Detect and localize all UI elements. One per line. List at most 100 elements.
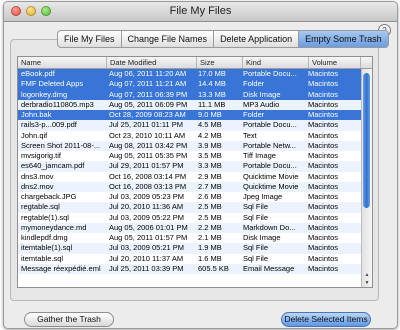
table-row[interactable]: John.bak Oct 28, 2009 08:23 AM 9.0 MB Folde…: [18, 110, 372, 121]
cell-name: regtable(1).sql: [21, 212, 69, 222]
cell-name: es640_jamcam.pdf: [21, 161, 85, 171]
tab-delete-application[interactable]: Delete Application: [214, 31, 300, 47]
column-header-kind[interactable]: Kind: [243, 57, 309, 68]
table-row[interactable]: regtable(1).sql Jul 03, 2009 05:22 PM 2.5 …: [18, 213, 372, 223]
cell-size: 9.0 MB: [198, 110, 222, 119]
cell-volume: Macintos: [308, 69, 339, 78]
cell-size: 11.1 MB: [198, 99, 226, 109]
cell-kind: Text: [243, 130, 257, 140]
cell-kind: Disk Image: [243, 233, 281, 242]
cell-name: mymoneydance.md: [21, 222, 87, 232]
column-header-date-modified[interactable]: Date Modified: [107, 57, 197, 68]
table-row[interactable]: mymoneydance.md Aug 05, 2006 01:01 PM 2.2 …: [18, 222, 372, 233]
cell-date: Jul 25, 2011 03:39 PM: [109, 263, 184, 273]
cell-size: 605.5 KB: [198, 263, 229, 273]
cell-kind: Email Message: [243, 263, 295, 273]
table-row[interactable]: mvsigorig.tif Aug 05, 2011 05:35 PM 3.5 MB…: [18, 151, 372, 161]
cell-date: Aug 05, 2006 01:01 PM: [109, 222, 188, 232]
table-row[interactable]: FMF Deleted Apps Aug 07, 2011 11:21 AM 14.…: [18, 79, 372, 90]
table-row[interactable]: kindlepdf.dmg Aug 05, 2011 01:57 PM 2.1 MB…: [18, 233, 372, 243]
cell-kind: Sql File: [243, 243, 269, 253]
cell-kind: Sql File: [243, 202, 269, 212]
cell-kind: Jpeg Image: [243, 192, 283, 201]
delete-selected-items-button[interactable]: Delete Selected Items: [281, 312, 371, 327]
cell-name: John.qif: [21, 130, 48, 140]
table-row[interactable]: itemtable(1).sql Jul 03, 2009 05:21 PM 1.9…: [18, 243, 372, 254]
cell-name: John.bak: [21, 110, 52, 119]
cell-size: 2.5 MB: [198, 202, 222, 212]
cell-name: FMF Deleted Apps: [21, 79, 84, 89]
tab-empty-some-trash[interactable]: Empty Some Trash: [299, 31, 388, 47]
cell-kind: Folder: [243, 79, 265, 89]
cell-size: 2.7 MB: [198, 181, 222, 191]
cell-date: Aug 07, 2011 06:39 PM: [109, 89, 188, 99]
cell-name: Message réexpédié.eml: [21, 263, 101, 273]
table-row[interactable]: Screen Shot 2011-08-... Aug 08, 2011 03:4…: [18, 140, 372, 151]
cell-date: Oct 16, 2008 03:13 PM: [109, 181, 187, 191]
cell-size: 4.2 MB: [198, 130, 222, 140]
table-row[interactable]: dns2.mov Oct 16, 2008 03:13 PM 2.7 MB Quick…: [18, 181, 372, 192]
cell-volume: Macintos: [308, 222, 339, 232]
window-title: File My Files: [169, 5, 232, 17]
table-row[interactable]: eBook.pdf Aug 06, 2011 11:20 AM 17.0 MB Por…: [18, 69, 372, 80]
table-row[interactable]: John.qif Oct 23, 2010 10:11 AM 4.2 MB Text M…: [18, 131, 372, 141]
cell-volume: Macintos: [308, 243, 339, 253]
cell-date: Oct 23, 2010 10:11 AM: [109, 130, 186, 140]
gather-trash-button[interactable]: Gather the Trash: [24, 312, 114, 327]
cell-size: 2.6 MB: [198, 192, 222, 201]
files-table: Name Date Modified Size Kind Volume eBoo…: [17, 56, 373, 288]
column-header-volume[interactable]: Volume: [309, 57, 361, 68]
cell-volume: Macintos: [308, 192, 339, 201]
scrollbar-thumb[interactable]: [363, 73, 370, 208]
table-row[interactable]: regtable.sql Jul 20, 2010 11:36 AM 2.5 MB S…: [18, 202, 372, 213]
cell-size: 2.2 MB: [198, 222, 222, 232]
vertical-scrollbar[interactable]: ▲ ▼: [361, 69, 372, 287]
cell-name: mvsigorig.tif: [21, 151, 62, 160]
tab-change-file-names[interactable]: Change File Names: [122, 31, 215, 47]
cell-volume: Macintos: [308, 99, 339, 109]
cell-date: Aug 06, 2011 11:20 AM: [109, 69, 187, 78]
cell-volume: Macintos: [308, 120, 339, 130]
cell-kind: Tiff Image: [243, 151, 276, 160]
cell-size: 3.5 MB: [198, 151, 222, 160]
column-header-name[interactable]: Name: [18, 57, 107, 68]
column-header-size[interactable]: Size: [197, 57, 243, 68]
table-row[interactable]: itemtable.sql Jul 20, 2010 11:37 AM 1.6 MB…: [18, 254, 372, 264]
cell-name: eBook.pdf: [21, 69, 55, 78]
cell-name: derbradio110805.mp3: [21, 99, 94, 109]
cell-name: kindlepdf.dmg: [21, 233, 68, 242]
cell-size: 1.9 MB: [198, 243, 222, 253]
cell-volume: Macintos: [308, 202, 339, 212]
cell-date: Aug 08, 2011 03:42 PM: [109, 140, 188, 150]
cell-volume: Macintos: [308, 212, 339, 222]
cell-name: dns3.mov: [21, 171, 54, 181]
tab-file-my-files[interactable]: File My Files: [58, 31, 122, 47]
table-body: eBook.pdf Aug 06, 2011 11:20 AM 17.0 MB Por…: [18, 69, 372, 274]
cell-name: dns2.mov: [21, 181, 54, 191]
table-row[interactable]: Message réexpédié.eml Jul 25, 2011 03:39 …: [18, 263, 372, 274]
cell-kind: Portable Netw...: [243, 140, 296, 150]
table-row[interactable]: derbradio110805.mp3 Aug 05, 2011 06:09 PM…: [18, 99, 372, 110]
cell-kind: MP3 Audio: [243, 99, 280, 109]
cell-volume: Macintos: [308, 151, 339, 160]
table-row[interactable]: chargeback.JPG Jul 03, 2009 05:23 PM 2.6 M…: [18, 192, 372, 202]
table-row[interactable]: rails3-p...009.pdf Jul 25, 2011 01:11 PM 4…: [18, 120, 372, 131]
cell-size: 1.6 MB: [198, 253, 222, 263]
table-row[interactable]: es640_jamcam.pdf Jul 29, 2011 01:57 PM 3.3…: [18, 161, 372, 172]
cell-name: itemtable.sql: [21, 253, 64, 263]
cell-date: Jul 20, 2010 11:36 AM: [109, 202, 184, 212]
cell-size: 13.3 MB: [198, 89, 226, 99]
cell-date: Jul 29, 2011 01:57 PM: [109, 161, 184, 171]
table-row[interactable]: dns3.mov Oct 16, 2008 03:14 PM 2.9 MB Quick…: [18, 172, 372, 182]
cell-kind: Markdown Do...: [243, 222, 296, 232]
cell-volume: Macintos: [308, 171, 339, 181]
scroll-arrows[interactable]: ▲ ▼: [362, 271, 372, 287]
cell-kind: Quicktime Movie: [243, 171, 299, 181]
cell-volume: Macintos: [308, 89, 339, 99]
cell-date: Jul 25, 2011 01:11 PM: [109, 120, 183, 130]
cell-volume: Macintos: [308, 130, 339, 140]
cell-size: 3.3 MB: [198, 161, 222, 171]
table-row[interactable]: logonkey.dmg Aug 07, 2011 06:39 PM 13.3 MB…: [18, 89, 372, 100]
cell-date: Aug 07, 2011 11:21 AM: [109, 79, 187, 89]
cell-kind: Sql File: [243, 253, 269, 263]
